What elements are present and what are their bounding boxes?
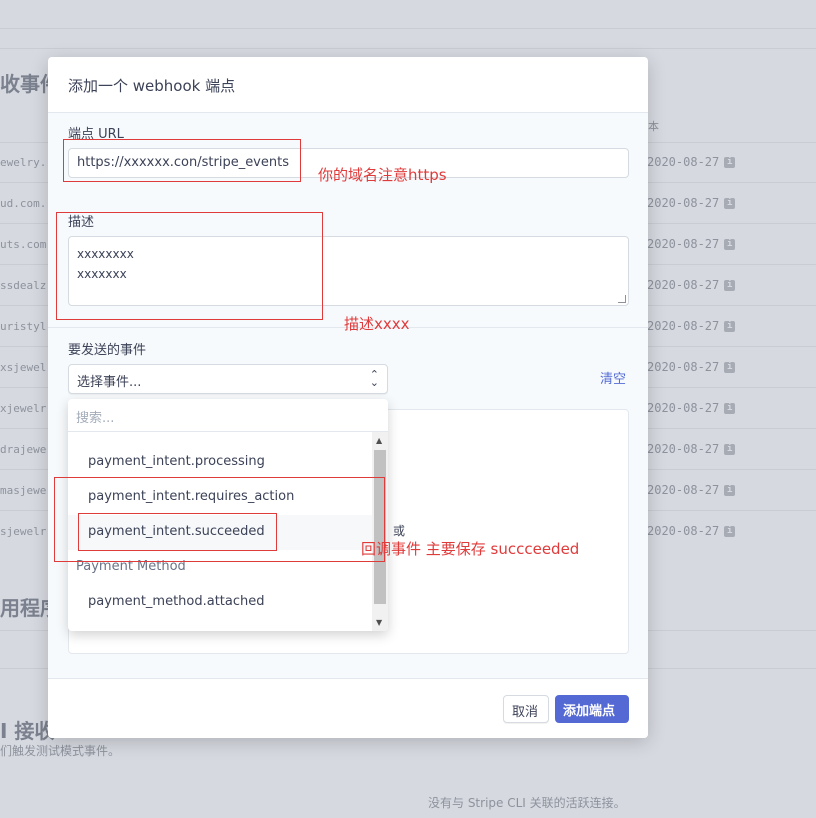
bg-row-url: drajewe (0, 443, 47, 456)
dialog-title: 添加一个 webhook 端点 (68, 77, 236, 95)
info-icon[interactable]: i (724, 402, 736, 414)
annotation-event-note: 回调事件 主要保存 succceeded (361, 540, 580, 558)
event-option[interactable]: payment_method.attached (68, 585, 372, 620)
bg-row-date: 2020-08-27 i (647, 483, 736, 497)
bg-divider (0, 28, 816, 29)
clear-events-link[interactable]: 清空 (600, 368, 626, 387)
bg-row-date: 2020-08-27 i (647, 360, 736, 374)
bg-row-date: 2020-08-27 i (647, 196, 736, 210)
info-icon[interactable]: i (724, 361, 736, 373)
annotation-box-url (63, 139, 301, 182)
bg-row-url: sjewelr (0, 525, 47, 538)
bg-row-date: 2020-08-27 i (647, 524, 736, 538)
annotation-box-description (56, 212, 323, 320)
events-label: 要发送的事件 (68, 343, 147, 358)
bg-row-date: 2020-08-27 i (647, 155, 736, 169)
bg-row-url: uristyl (0, 320, 47, 333)
info-icon[interactable]: i (724, 279, 736, 291)
bg-row-date: 2020-08-27 i (647, 319, 736, 333)
bg-row-date: 2020-08-27 i (647, 442, 736, 456)
annotation-box-succeeded (78, 513, 277, 551)
cli-status-note: 没有与 Stripe CLI 关联的活跃连接。 (428, 796, 626, 810)
info-icon[interactable]: i (724, 156, 736, 168)
event-option[interactable]: payment_intent.processing (68, 445, 372, 480)
event-select[interactable]: 选择事件... ⌃ ⌄ (68, 364, 388, 394)
bg-row-date: 2020-08-27 i (647, 237, 736, 251)
bg-row-date: 2020-08-27 i (647, 278, 736, 292)
event-select-value: 选择事件... (77, 375, 142, 390)
info-icon[interactable]: i (724, 443, 736, 455)
bg-row-url: ssdealz (0, 279, 47, 292)
scroll-down-icon[interactable]: ▼ (376, 618, 382, 627)
event-option-clipped[interactable] (68, 432, 372, 445)
annotation-domain-note: 你的域名注意https (318, 166, 447, 184)
bg-row-url: xjewelr (0, 402, 47, 415)
bg-row-url: masjewe (0, 484, 47, 497)
bg-sub-note: 们触发测试模式事件。 (0, 744, 121, 758)
info-icon[interactable]: i (724, 484, 736, 496)
add-endpoint-button[interactable]: 添加端点 (555, 695, 629, 723)
dialog-footer: 取消 添加端点 (48, 678, 648, 738)
bg-row-url: uts.com (0, 238, 47, 251)
bg-section-title: I 接收 (0, 719, 55, 743)
info-icon[interactable]: i (724, 197, 736, 209)
scroll-up-icon[interactable]: ▲ (376, 436, 382, 445)
annotation-desc-note: 描述xxxx (344, 315, 410, 333)
bg-row-url: ewelry. (0, 156, 47, 169)
resize-handle-icon[interactable] (618, 295, 626, 303)
bg-column-header: 本 (648, 120, 659, 133)
bg-row-url: ud.com. (0, 197, 47, 210)
info-icon[interactable]: i (724, 320, 736, 332)
bg-divider (0, 48, 816, 49)
bg-row-url: xsjewel (0, 361, 47, 374)
dialog-header: 添加一个 webhook 端点 (48, 57, 648, 113)
dialog-body: 端点 URL https://xxxxxx.con/stripe_events … (48, 113, 648, 678)
bg-row-date: 2020-08-27 i (647, 401, 736, 415)
event-search-input[interactable]: 搜索... (68, 399, 388, 432)
cancel-button[interactable]: 取消 (503, 695, 549, 723)
chevron-updown-icon: ⌃ ⌄ (369, 368, 379, 389)
info-icon[interactable]: i (724, 525, 736, 537)
info-icon[interactable]: i (724, 238, 736, 250)
